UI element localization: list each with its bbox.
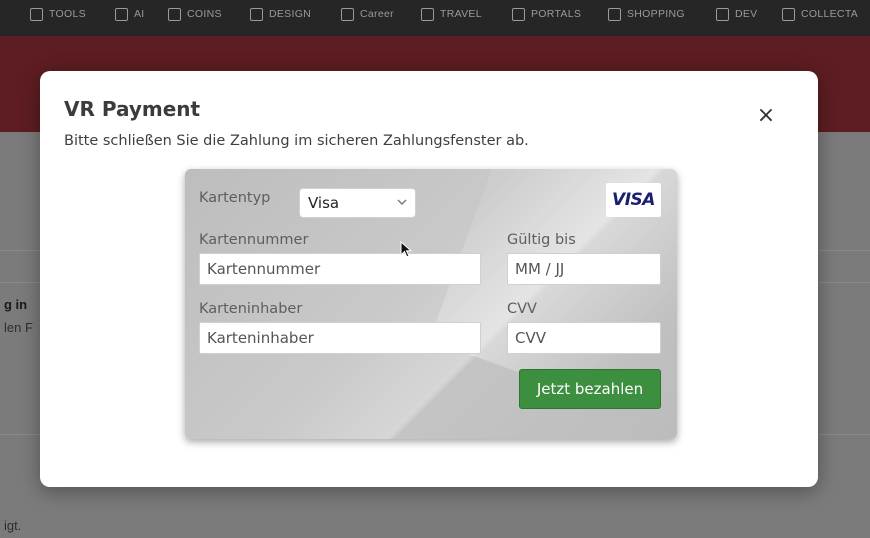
modal-title: VR Payment — [64, 97, 201, 121]
modal-subtitle: Bitte schließen Sie die Zahlung im siche… — [64, 133, 529, 149]
bookmark-folder[interactable]: COLLECTA — [782, 4, 858, 24]
folder-icon — [608, 7, 621, 21]
payment-modal: VR Payment Bitte schließen Sie die Zahlu… — [40, 71, 818, 487]
bookmark-folder[interactable]: AI — [115, 4, 145, 24]
bookmark-folder[interactable]: DEV — [716, 4, 758, 24]
bookmark-folder[interactable]: COINS — [168, 4, 222, 24]
background-text: g in — [4, 297, 28, 312]
card-holder-input[interactable] — [199, 322, 481, 354]
payment-card-form: Kartentyp Visa VISA Kartennummer Gültig … — [185, 169, 677, 439]
bookmark-label: DESIGN — [269, 8, 312, 20]
card-number-label: Kartennummer — [199, 232, 309, 248]
chevron-down-icon — [397, 198, 407, 209]
folder-icon — [341, 7, 354, 21]
card-type-select[interactable]: Visa — [299, 188, 416, 218]
visa-logo: VISA — [606, 183, 661, 217]
bookmark-label: AI — [134, 8, 145, 20]
bookmark-label: TRAVEL — [440, 8, 482, 20]
close-icon: × — [756, 102, 776, 128]
cvv-label: CVV — [507, 301, 537, 317]
card-type-label: Kartentyp — [199, 190, 271, 206]
expiry-label: Gültig bis — [507, 232, 576, 248]
mouse-cursor-icon — [400, 241, 413, 258]
bookmark-label: DEV — [735, 8, 758, 20]
bookmark-label: SHOPPING — [627, 8, 685, 20]
bookmark-label: COINS — [187, 8, 222, 20]
background-text: len F — [4, 320, 33, 335]
expiry-input[interactable] — [507, 253, 661, 285]
folder-icon — [782, 7, 795, 21]
close-button[interactable]: × — [755, 102, 777, 128]
bookmark-folder[interactable]: TOOLS — [30, 4, 86, 24]
bookmark-folder[interactable]: SHOPPING — [608, 4, 685, 24]
folder-icon — [30, 7, 43, 21]
folder-icon — [716, 7, 729, 21]
bookmark-folder[interactable]: Career — [341, 4, 394, 24]
bookmark-folder[interactable]: TRAVEL — [421, 4, 482, 24]
card-number-input[interactable] — [199, 253, 481, 285]
folder-icon — [250, 7, 263, 21]
bookmark-folder[interactable]: DESIGN — [250, 4, 311, 24]
card-holder-label: Karteninhaber — [199, 301, 303, 317]
bookmarks-bar: TOOLS AI COINS DESIGN Career TRAVEL PORT… — [0, 0, 870, 36]
background-text: igt. — [4, 518, 22, 533]
bookmark-label: TOOLS — [49, 8, 86, 20]
bookmark-folder[interactable]: PORTALS — [512, 4, 581, 24]
folder-icon — [421, 7, 434, 21]
cvv-input[interactable] — [507, 322, 661, 354]
bookmark-label: PORTALS — [531, 8, 582, 20]
bookmark-label: Career — [360, 8, 394, 20]
card-type-value: Visa — [308, 194, 340, 212]
bookmark-label: COLLECTA — [801, 8, 859, 20]
folder-icon — [512, 7, 525, 21]
folder-icon — [115, 7, 128, 21]
pay-button[interactable]: Jetzt bezahlen — [519, 369, 661, 409]
folder-icon — [168, 7, 181, 21]
